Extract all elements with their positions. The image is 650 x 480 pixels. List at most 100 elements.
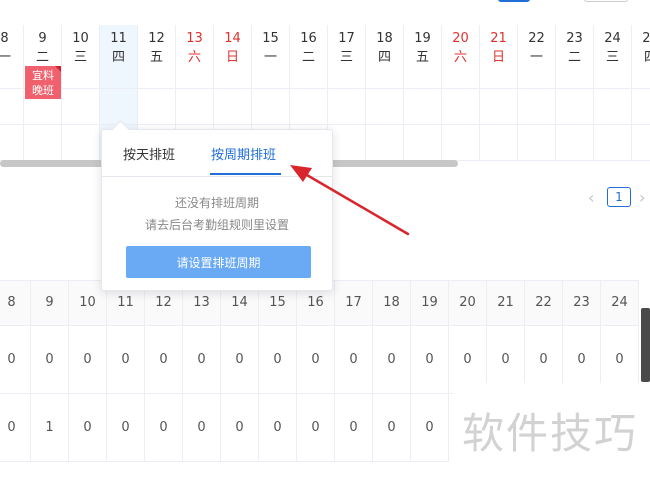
day-header-13: 21 日 [480,25,518,89]
day-header-3: 11 四 [100,25,138,89]
schedule-cell[interactable] [632,89,650,125]
watermark-text: 软件技巧 [462,409,639,458]
schedule-cell[interactable] [0,89,24,125]
day-number: 9 [38,31,47,46]
stats-cell: 0 [411,394,449,462]
day-number: 14 [224,31,241,46]
schedule-cell[interactable] [366,89,404,125]
vertical-scrollbar[interactable] [641,308,650,382]
schedule-cell[interactable] [404,125,442,161]
schedule-cell[interactable] [252,89,290,125]
day-header-0: 8一 [0,25,24,89]
stats-header-14: 22 [525,280,563,326]
schedule-cell[interactable] [138,89,176,125]
stats-cell: 0 [69,326,107,394]
weekday-label: 四 [644,48,650,68]
schedule-cell[interactable] [442,125,480,161]
schedule-cell[interactable] [328,125,366,161]
weekday-label: 一 [529,50,543,65]
schedule-cell[interactable] [0,125,24,161]
tab-by-day[interactable]: 按天排班 [123,144,175,163]
day-number: 21 [490,31,507,46]
schedule-cell[interactable] [290,89,328,125]
stats-cell: 0 [373,394,411,462]
day-header-14: 22 一 [518,25,556,89]
stats-cell: 0 [31,326,69,394]
schedule-cell[interactable] [24,125,62,161]
tab-by-period[interactable]: 按周期排班 [211,144,276,163]
pager-current-page[interactable]: 1 [607,187,631,207]
stats-header-12: 20 [449,280,487,326]
schedule-popover: 按天排班 按周期排班 还没有排班周期 请去后台考勤组规则里设置 请设置排班周期 [101,129,333,291]
schedule-cell[interactable] [62,125,100,161]
schedule-cell[interactable] [176,89,214,125]
stats-cell: 0 [221,394,259,462]
set-period-button[interactable]: 请设置排班周期 [126,246,311,278]
stats-cell: 0 [183,326,221,394]
day-header-7: 15 一 [252,25,290,89]
day-number: 15 [262,31,279,46]
stats-header-13: 21 [487,280,525,326]
day-header-16: 24 三 [594,25,632,89]
schedule-cell[interactable] [100,89,138,125]
day-header-12: 20 六 [442,25,480,89]
stats-header-15: 23 [563,280,601,326]
day-header-5: 13 六 [176,25,214,89]
stats-cell: 0 [183,394,221,462]
schedule-cell[interactable] [404,89,442,125]
schedule-cell[interactable] [480,125,518,161]
stats-header-16: 24 [601,280,639,326]
shift-tag[interactable]: 宜料 晚班 [25,66,61,99]
schedule-cell[interactable] [556,125,594,161]
day-header-8: 16 二 [290,25,328,89]
pager-next-icon[interactable]: › [639,188,645,207]
stats-cell: 0 [335,394,373,462]
day-number: 17 [338,31,355,46]
schedule-cell[interactable] [518,125,556,161]
day-number: 23 [566,31,583,46]
day-number: 16 [300,31,317,46]
weekday-label: 一 [263,50,277,65]
day-number: 25 [642,31,650,46]
top-secondary-button[interactable] [584,0,628,2]
shift-tag-line2: 晚班 [32,84,54,97]
weekday-label: 六 [187,50,201,65]
schedule-cell[interactable] [214,89,252,125]
stats-cell: 0 [145,394,183,462]
weekday-label: 二 [301,50,315,65]
day-header-6: 14 日 [214,25,252,89]
weekday-label: 三 [339,50,353,65]
stats-cell: 0 [259,326,297,394]
stats-header-0: 8 [0,280,31,326]
schedule-cell[interactable] [594,125,632,161]
top-primary-button[interactable] [498,0,530,2]
day-header-4: 12 五 [138,25,176,89]
stats-cell: 0 [0,394,31,462]
weekday-label: 三 [605,50,619,65]
schedule-cell[interactable] [442,89,480,125]
weekday-label: 五 [415,50,429,65]
stats-cell: 1 [31,394,69,462]
day-header-17: 25 四 [632,25,650,89]
schedule-cell[interactable] [328,89,366,125]
schedule-cell[interactable] [632,125,650,161]
stats-cell: 0 [373,326,411,394]
stats-cell: 0 [69,394,107,462]
stats-header-10: 18 [373,280,411,326]
weekday-label: 一 [0,50,11,65]
schedule-cell[interactable] [556,89,594,125]
stats-cell: 0 [411,326,449,394]
day-number: 18 [376,31,393,46]
day-number: 12 [148,31,165,46]
day-number: 19 [414,31,431,46]
schedule-cell[interactable] [480,89,518,125]
pager-prev-icon[interactable]: ‹ [588,188,594,207]
schedule-cell[interactable] [366,125,404,161]
schedule-cell[interactable] [518,89,556,125]
day-number: 11 [110,31,127,46]
day-header-11: 19 五 [404,25,442,89]
schedule-cell[interactable] [62,89,100,125]
schedule-cell[interactable] [594,89,632,125]
day-number: 8 [0,31,9,46]
stats-cell: 0 [0,326,31,394]
